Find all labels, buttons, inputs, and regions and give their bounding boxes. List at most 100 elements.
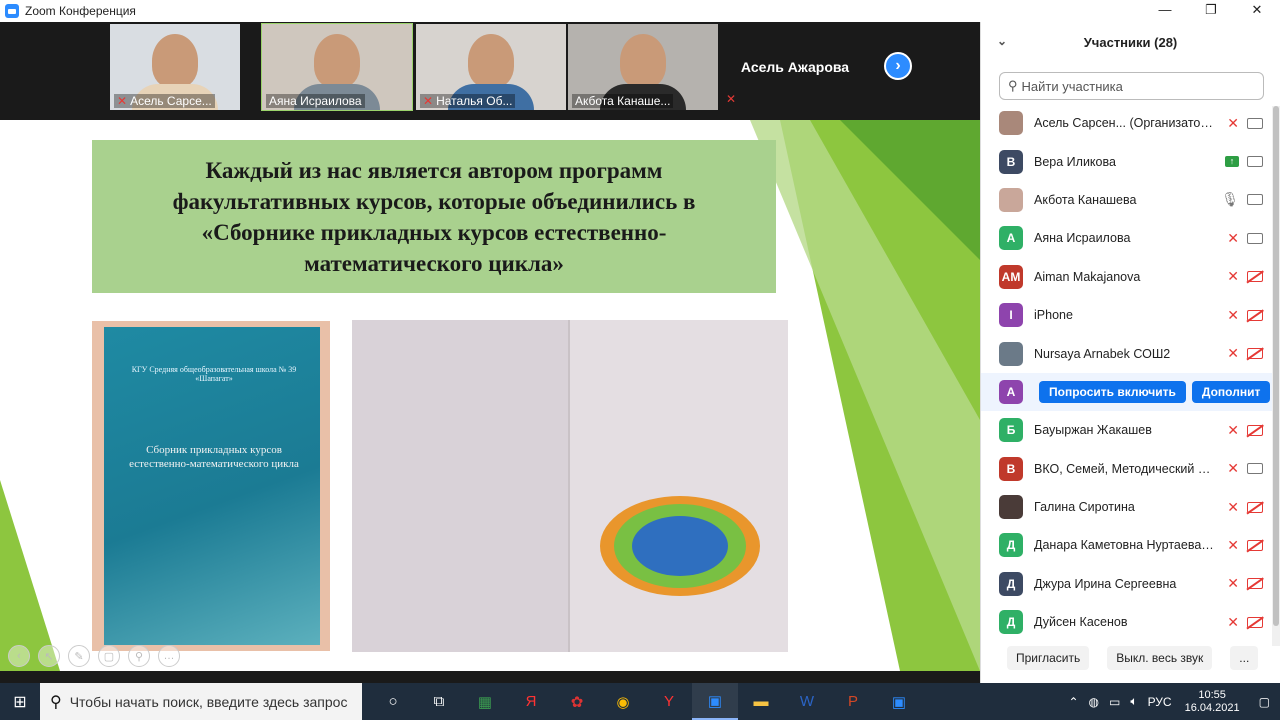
more-button[interactable]: ... <box>1230 646 1259 670</box>
participant-video <box>620 34 666 88</box>
camera-off-icon[interactable] <box>1247 424 1263 436</box>
zoom-icon[interactable]: ⚲ <box>128 645 150 667</box>
avatar <box>999 495 1023 520</box>
paint-icon[interactable]: ✿ <box>554 683 600 720</box>
mute-all-button[interactable]: Выкл. весь звук <box>1107 646 1213 670</box>
powerpoint-icon[interactable]: P <box>830 683 876 720</box>
diagram-image <box>600 496 760 596</box>
zoom-app-icon[interactable]: ▣ <box>692 683 738 720</box>
participant-search-input[interactable]: ⚲ Найти участника <box>999 72 1264 100</box>
more-icon[interactable]: … <box>158 645 180 667</box>
muted-mic-icon[interactable]: ✕ <box>1227 268 1239 285</box>
participant-video <box>468 34 514 88</box>
tile-name: Аяна Исраилова <box>266 94 365 108</box>
tray-chevron-icon[interactable]: ⌃ <box>1068 695 1078 709</box>
camera-off-icon[interactable] <box>1247 271 1263 283</box>
muted-mic-icon[interactable]: ✕ <box>1227 499 1239 516</box>
muted-mic-icon[interactable]: ✕ <box>1227 345 1239 362</box>
minimize-button[interactable]: — <box>1142 0 1188 22</box>
participant-row[interactable]: Галина Сиротина ✕ <box>981 488 1273 526</box>
avatar: А <box>999 379 1023 404</box>
video-tile[interactable]: ✕ Асель Сарсе... <box>110 24 240 110</box>
camera-icon[interactable] <box>1247 117 1263 129</box>
camera-off-icon[interactable] <box>1247 616 1263 628</box>
close-button[interactable]: ✕ <box>1234 0 1280 22</box>
participant-row[interactable]: В Вера Иликова ↑ <box>981 142 1273 180</box>
taskbar-apps: ○ ⧉ ▦ Я ✿ ◉ Y ▣ ▬ W P ▣ <box>370 683 922 720</box>
participant-row[interactable]: IiPhone ✕ <box>981 296 1273 334</box>
network-icon[interactable]: ▭ <box>1109 695 1120 709</box>
video-tile[interactable]: Акбота Канаше... <box>568 24 718 110</box>
participant-row[interactable]: Акбота Канашева 🎙︎ <box>981 181 1273 219</box>
video-tile-active[interactable]: Аяна Исраилова <box>261 23 413 111</box>
camera-off-icon[interactable] <box>1247 578 1263 590</box>
participant-name: ВКО, Семей, Методический ка... <box>1034 461 1214 476</box>
kaspersky-icon[interactable]: ◍ <box>1089 695 1099 709</box>
yandex-browser-icon[interactable]: Y <box>646 683 692 720</box>
task-switch-icon[interactable]: ⧉ <box>416 683 462 720</box>
mic-icon[interactable]: 🎙︎ <box>1221 191 1239 208</box>
zoom-meeting-icon[interactable]: ▣ <box>876 683 922 720</box>
video-tile[interactable]: ✕ Наталья Об... <box>416 24 566 110</box>
participant-row[interactable]: В ВКО, Семей, Методический ка... ✕ <box>981 450 1273 488</box>
prev-icon[interactable]: ‹ <box>8 645 30 667</box>
muted-mic-icon[interactable]: ✕ <box>1227 307 1239 324</box>
participant-row[interactable]: Д Данара Каметовна Нуртаева 9... ✕ <box>981 526 1273 564</box>
muted-mic-icon[interactable]: ✕ <box>1227 614 1239 631</box>
shared-screen: Каждый из нас является автором программ … <box>0 120 980 671</box>
participant-row[interactable]: А Аяна Исраилова ✕ <box>981 219 1273 257</box>
clock[interactable]: 10:55 16.04.2021 <box>1185 689 1240 715</box>
participant-row[interactable]: Асель Сарсен... (Организатор, я) ✕ <box>981 104 1273 142</box>
language-indicator[interactable]: РУС <box>1148 695 1172 709</box>
windows-start-icon[interactable]: ⊞ <box>0 683 40 720</box>
more-options-button[interactable]: Дополнит <box>1191 380 1271 403</box>
notifications-icon[interactable]: ▢ <box>1259 695 1270 709</box>
task-view-icon[interactable]: ○ <box>370 683 416 720</box>
camera-icon[interactable] <box>1247 232 1263 244</box>
volume-icon[interactable]: 🔈︎ <box>1130 694 1137 709</box>
camera-off-icon[interactable] <box>1247 309 1263 321</box>
participant-row[interactable]: Б Бауыржан Жакашев ✕ <box>981 411 1273 449</box>
next-page-arrow-icon[interactable]: › <box>884 52 912 80</box>
participant-status-icons: ✕ <box>1227 460 1263 477</box>
clock-time: 10:55 <box>1198 688 1226 701</box>
muted-mic-icon[interactable]: ✕ <box>1227 115 1239 132</box>
participant-row[interactable]: Nursaya Arnabek СОШ2 ✕ <box>981 334 1273 372</box>
participant-name: Nursaya Arnabek СОШ2 <box>1034 346 1171 361</box>
camera-off-icon[interactable] <box>1247 539 1263 551</box>
participant-row[interactable]: Д Джура Ирина Сергеевна ✕ <box>981 565 1273 603</box>
calculator-icon[interactable]: ▦ <box>462 683 508 720</box>
ask-to-unmute-button[interactable]: Попросить включить <box>1039 380 1186 403</box>
invite-button[interactable]: Пригласить <box>1007 646 1090 670</box>
camera-icon[interactable] <box>1247 194 1263 206</box>
muted-mic-icon[interactable]: ✕ <box>1227 460 1239 477</box>
muted-mic-icon[interactable]: ✕ <box>1227 537 1239 554</box>
word-icon[interactable]: W <box>784 683 830 720</box>
participant-row[interactable]: AM Aiman Makajanova ✕ <box>981 258 1273 296</box>
taskbar-search-input[interactable]: ⚲ Чтобы начать поиск, введите здесь запр… <box>40 683 362 720</box>
participant-status-icons: ✕ <box>1227 537 1263 554</box>
participant-name: Асель Сарсен... (Организатор, я) <box>1034 116 1214 131</box>
book-cover: КГУ Средняя общеобразовательная школа № … <box>104 327 320 645</box>
participant-name: Бауыржан Жакашев <box>1034 423 1152 438</box>
collapse-chevron-icon[interactable]: ⌄ <box>997 34 1007 48</box>
participants-scrollbar[interactable] <box>1272 106 1280 646</box>
shape-icon[interactable]: ▢ <box>98 645 120 667</box>
participant-row[interactable]: А Попросить включить Дополнит <box>981 372 1273 412</box>
muted-mic-icon[interactable]: ✕ <box>1227 575 1239 592</box>
speaker-name-tile[interactable]: Асель Ажарова <box>720 24 870 110</box>
participants-list: Асель Сарсен... (Организатор, я) ✕ В Вера И… <box>981 104 1273 652</box>
participants-panel: ⌄ Участники (28) ⚲ Найти участника Асель… <box>980 22 1280 683</box>
pointer-icon[interactable]: ↖ <box>38 645 60 667</box>
camera-icon[interactable] <box>1247 156 1263 168</box>
restore-button[interactable]: ❐ <box>1188 0 1234 22</box>
yandex-icon[interactable]: Я <box>508 683 554 720</box>
camera-off-icon[interactable] <box>1247 348 1263 360</box>
chrome-icon[interactable]: ◉ <box>600 683 646 720</box>
muted-mic-icon[interactable]: ✕ <box>1227 422 1239 439</box>
pen-icon[interactable]: ✎ <box>68 645 90 667</box>
file-explorer-icon[interactable]: ▬ <box>738 683 784 720</box>
camera-icon[interactable] <box>1247 463 1263 475</box>
muted-mic-icon[interactable]: ✕ <box>1227 230 1239 247</box>
camera-off-icon[interactable] <box>1247 501 1263 513</box>
